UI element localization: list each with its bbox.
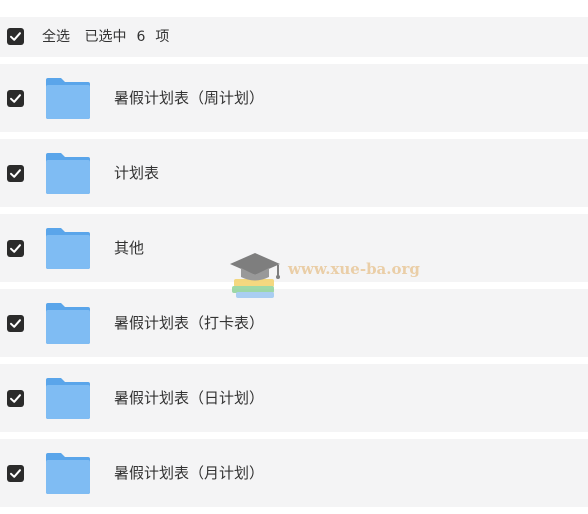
folder-checkbox[interactable] bbox=[7, 165, 24, 182]
folder-name[interactable]: 暑假计划表（月计划） bbox=[114, 439, 264, 507]
checkmark-icon bbox=[10, 244, 21, 253]
checkmark-icon bbox=[10, 94, 21, 103]
folder-icon bbox=[46, 378, 90, 419]
checkmark-icon bbox=[10, 469, 21, 478]
folder-checkbox[interactable] bbox=[7, 465, 24, 482]
folder-checkbox[interactable] bbox=[7, 90, 24, 107]
select-all-label[interactable]: 全选 bbox=[42, 29, 70, 45]
folder-name[interactable]: 计划表 bbox=[114, 139, 159, 207]
selection-header: 全选 已选中 6 项 bbox=[0, 17, 588, 57]
folder-row[interactable]: 暑假计划表（月计划） bbox=[0, 439, 588, 507]
selection-summary: 全选 已选中 6 项 bbox=[42, 17, 179, 57]
select-all-checkbox[interactable] bbox=[7, 28, 24, 45]
folder-icon bbox=[46, 228, 90, 269]
watermark: www.xue-ba.org bbox=[226, 246, 426, 300]
selected-prefix: 已选中 bbox=[84, 29, 127, 45]
folder-checkbox[interactable] bbox=[7, 315, 24, 332]
checkmark-icon bbox=[10, 32, 21, 41]
folder-row[interactable]: 暑假计划表（周计划） bbox=[0, 64, 588, 132]
file-selection-list: 全选 已选中 6 项 暑假计划表（周计划） 计划表 其他 暑假计划表（打卡表） … bbox=[0, 0, 588, 514]
folder-name[interactable]: 暑假计划表（周计划） bbox=[114, 64, 264, 132]
watermark-text: www.xue-ba.org bbox=[288, 260, 420, 278]
selected-count: 6 bbox=[136, 29, 146, 45]
folder-name[interactable]: 其他 bbox=[114, 214, 144, 282]
folder-icon bbox=[46, 303, 90, 344]
graduation-cap-books-icon bbox=[230, 253, 280, 298]
folder-icon bbox=[46, 153, 90, 194]
folder-row[interactable]: 暑假计划表（日计划） bbox=[0, 364, 588, 432]
checkmark-icon bbox=[10, 319, 21, 328]
checkmark-icon bbox=[10, 169, 21, 178]
folder-checkbox[interactable] bbox=[7, 390, 24, 407]
checkmark-icon bbox=[10, 394, 21, 403]
folder-icon bbox=[46, 78, 90, 119]
selected-suffix: 项 bbox=[155, 29, 170, 45]
folder-row[interactable]: 计划表 bbox=[0, 139, 588, 207]
folder-icon bbox=[46, 453, 90, 494]
folder-checkbox[interactable] bbox=[7, 240, 24, 257]
folder-name[interactable]: 暑假计划表（日计划） bbox=[114, 364, 264, 432]
